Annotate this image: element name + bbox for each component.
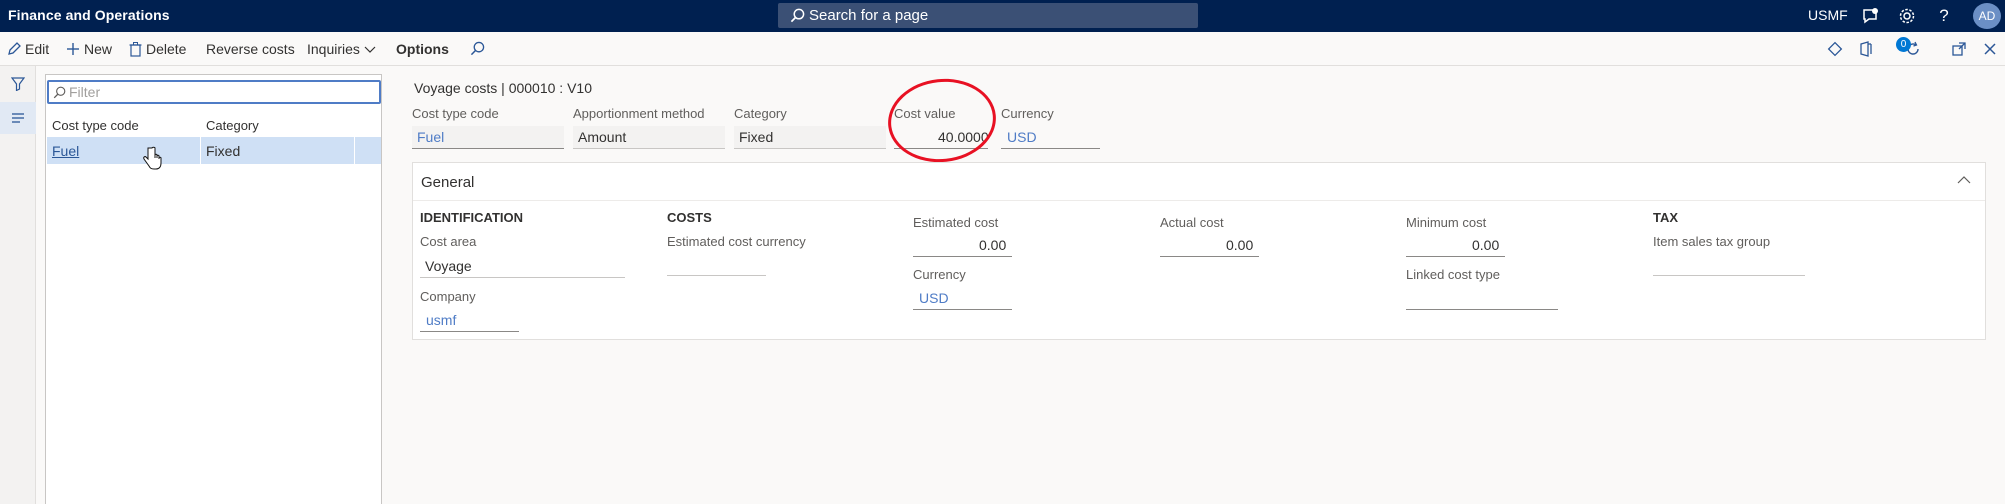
options-label: Options xyxy=(396,41,449,57)
filter-input[interactable]: Filter xyxy=(47,80,381,104)
plus-icon xyxy=(67,43,79,55)
column-header-category[interactable]: Category xyxy=(206,118,259,133)
chevron-up-icon[interactable] xyxy=(1957,173,1973,189)
currency-value[interactable]: USD xyxy=(1007,129,1037,145)
notification-badge[interactable]: 0 xyxy=(1896,37,1911,52)
chat-icon[interactable] xyxy=(1858,4,1882,28)
cost-type-code-label: Cost type code xyxy=(412,106,499,121)
new-button[interactable]: New xyxy=(66,41,112,57)
search-icon xyxy=(790,8,805,23)
costs-group-title: COSTS xyxy=(667,210,712,225)
search-icon xyxy=(470,41,485,56)
field-underline xyxy=(734,148,886,149)
estimated-cost-currency-label: Estimated cost currency xyxy=(667,234,806,249)
item-sales-tax-group-label: Item sales tax group xyxy=(1653,234,1771,249)
new-label: New xyxy=(84,41,113,57)
options-tab[interactable]: Options xyxy=(396,41,449,57)
actual-cost-label: Actual cost xyxy=(1160,215,1224,230)
tax-group-title: TAX xyxy=(1653,210,1679,225)
field-underline xyxy=(573,148,725,149)
row-category: Fixed xyxy=(206,143,241,159)
field-underline xyxy=(1001,148,1100,149)
list-icon[interactable] xyxy=(9,109,27,127)
field-underline xyxy=(420,277,625,278)
hand-cursor-icon xyxy=(142,146,162,172)
pencil-icon xyxy=(8,42,21,55)
red-annotation-circle xyxy=(883,73,1001,168)
popout-icon[interactable] xyxy=(1949,39,1969,59)
minimum-cost-value[interactable]: 0.00 xyxy=(1472,237,1499,253)
inquiries-label: Inquiries xyxy=(307,41,360,57)
trash-icon xyxy=(129,41,142,57)
item-sales-tax-group-field[interactable] xyxy=(1653,275,1805,276)
table-row[interactable]: Fuel Fixed xyxy=(47,137,381,164)
linked-cost-type-label: Linked cost type xyxy=(1406,267,1500,282)
search-icon xyxy=(53,86,66,98)
apportionment-method-value: Amount xyxy=(578,129,627,145)
top-navigation-bar: Finance and Operations Search for a page… xyxy=(0,0,2005,32)
field-underline xyxy=(412,148,564,149)
chevron-down-icon xyxy=(364,46,376,53)
search-page-box[interactable]: Search for a page xyxy=(778,3,1198,28)
category-value: Fixed xyxy=(739,129,774,145)
filter-placeholder: Filter xyxy=(69,84,101,100)
estimated-cost-currency-field[interactable] xyxy=(667,275,766,276)
field-underline xyxy=(1406,256,1505,257)
help-icon[interactable]: ? xyxy=(1932,4,1956,28)
cost-area-label: Cost area xyxy=(420,234,477,249)
cost-area-value[interactable]: Voyage xyxy=(425,258,472,274)
left-rail xyxy=(0,66,36,504)
breadcrumb: Voyage costs | 000010 : V10 xyxy=(414,80,592,96)
delete-label: Delete xyxy=(146,41,187,57)
apportionment-method-label: Apportionment method xyxy=(573,106,705,121)
delete-button[interactable]: Delete xyxy=(129,41,186,57)
currency-cost-label: Currency xyxy=(913,267,966,282)
general-fasttab: General xyxy=(412,162,1986,340)
linked-cost-type-field[interactable] xyxy=(1406,309,1558,310)
general-header[interactable]: General xyxy=(413,163,1985,201)
office-icon[interactable] xyxy=(1856,39,1876,59)
filter-icon[interactable] xyxy=(9,75,27,93)
company-label: Company xyxy=(420,289,476,304)
avatar[interactable]: AD xyxy=(1973,3,2001,29)
edit-button[interactable]: Edit xyxy=(7,41,49,57)
field-underline xyxy=(913,309,1012,310)
app-title[interactable]: Finance and Operations xyxy=(8,7,170,23)
search-page-label: Search for a page xyxy=(809,7,929,24)
currency-cost-value[interactable]: USD xyxy=(919,290,949,306)
edit-label: Edit xyxy=(25,41,50,57)
row-divider xyxy=(354,137,355,164)
inquiries-menu[interactable]: Inquiries xyxy=(307,41,376,57)
reverse-costs-button[interactable]: Reverse costs xyxy=(206,41,295,57)
row-cost-type-code[interactable]: Fuel xyxy=(52,143,79,159)
gear-icon[interactable] xyxy=(1895,4,1919,28)
actual-cost-value[interactable]: 0.00 xyxy=(1226,237,1253,253)
company-value[interactable]: usmf xyxy=(426,312,456,328)
estimated-cost-label: Estimated cost xyxy=(913,215,999,230)
general-title: General xyxy=(421,174,475,191)
reverse-costs-label: Reverse costs xyxy=(206,41,295,57)
currency-label: Currency xyxy=(1001,106,1054,121)
action-search-button[interactable] xyxy=(470,41,485,56)
category-label: Category xyxy=(734,106,787,121)
minimum-cost-label: Minimum cost xyxy=(1406,215,1487,230)
action-pane: Edit New Delete Reverse costs Inquiries … xyxy=(0,32,2005,66)
company-selector[interactable]: USMF xyxy=(1808,7,1848,23)
row-divider xyxy=(200,137,201,164)
close-icon[interactable] xyxy=(1980,39,2000,59)
field-underline xyxy=(913,256,1012,257)
field-underline xyxy=(420,331,519,332)
estimated-cost-value[interactable]: 0.00 xyxy=(979,237,1006,253)
diamond-icon[interactable] xyxy=(1825,39,1845,59)
column-header-cost-type-code[interactable]: Cost type code xyxy=(52,118,139,133)
identification-group-title: IDENTIFICATION xyxy=(420,210,524,225)
cost-type-code-value[interactable]: Fuel xyxy=(417,129,444,145)
field-underline xyxy=(1160,256,1259,257)
